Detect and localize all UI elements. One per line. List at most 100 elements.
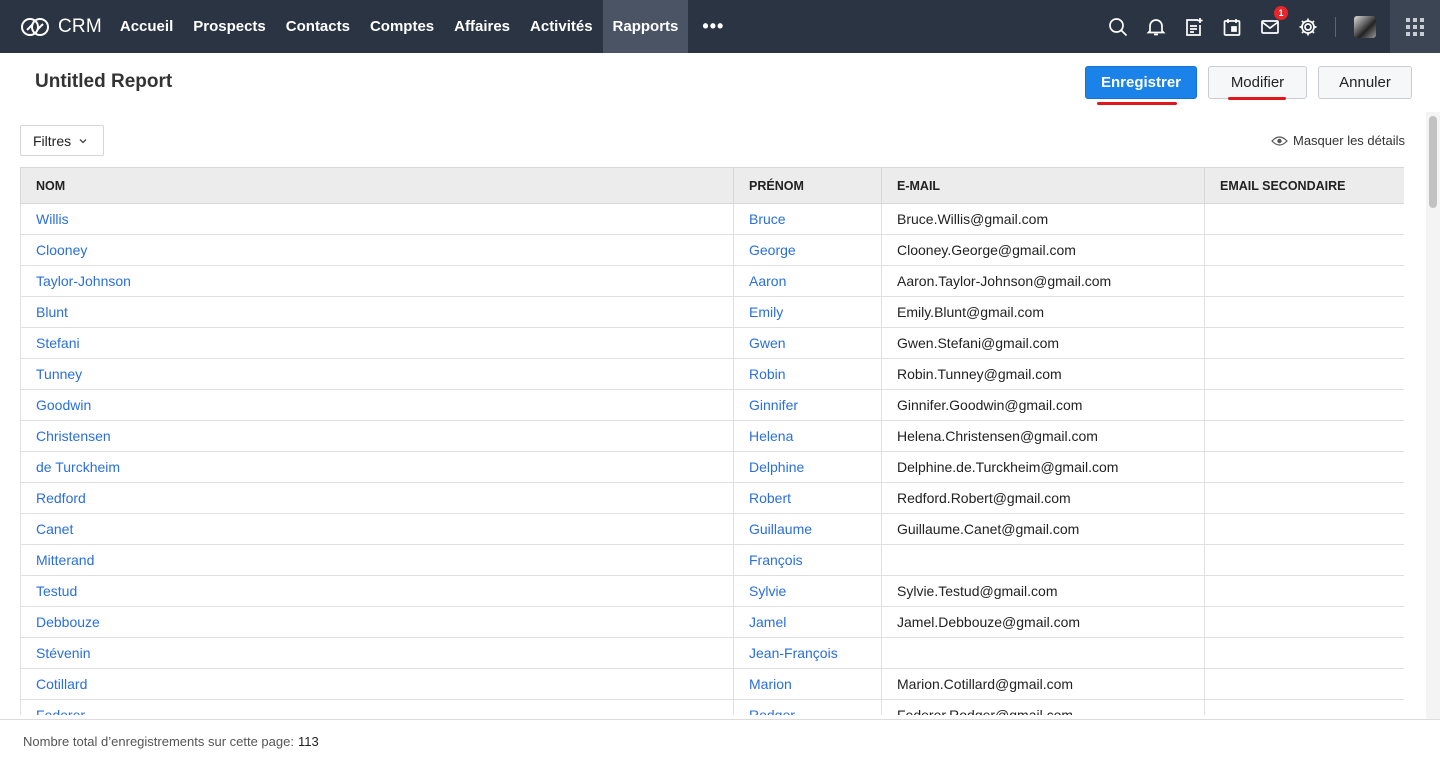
cell-email: Bruce.Willis@gmail.com — [881, 203, 1205, 235]
nav-item-activites[interactable]: Activités — [520, 0, 603, 53]
cell-prenom[interactable]: Rodger — [733, 699, 882, 715]
table-row: Canet Guillaume Guillaume.Canet@gmail.com — [20, 513, 1404, 545]
cell-prenom[interactable]: Jean-François — [733, 637, 882, 669]
top-nav: CRM Accueil Prospects Contacts Comptes A… — [0, 0, 1440, 53]
record-count-label: Nombre total d’enregistrements sur cette… — [23, 733, 294, 749]
nav-item-rapports[interactable]: Rapports — [602, 0, 689, 53]
cell-nom[interactable]: Canet — [20, 513, 734, 545]
cell-email-secondaire — [1204, 699, 1404, 715]
nav-item-comptes[interactable]: Comptes — [360, 0, 444, 53]
table-row: Tunney Robin Robin.Tunney@gmail.com — [20, 358, 1404, 390]
scrollbar-thumb[interactable] — [1429, 116, 1437, 208]
edit-button[interactable]: Modifier — [1208, 66, 1307, 99]
report-table: NOM PRÉNOM E-MAIL EMAIL SECONDAIRE Willi… — [20, 167, 1404, 715]
cell-nom[interactable]: Stefani — [20, 327, 734, 359]
cell-email: Marion.Cotillard@gmail.com — [881, 668, 1205, 700]
cell-prenom[interactable]: Robin — [733, 358, 882, 390]
cell-prenom[interactable]: George — [733, 234, 882, 266]
cell-nom[interactable]: Tunney — [20, 358, 734, 390]
cell-prenom[interactable]: Gwen — [733, 327, 882, 359]
cell-email: Helena.Christensen@gmail.com — [881, 420, 1205, 452]
cell-nom[interactable]: Willis — [20, 203, 734, 235]
cell-prenom[interactable]: Sylvie — [733, 575, 882, 607]
cell-prenom[interactable]: Ginnifer — [733, 389, 882, 421]
more-menu-icon[interactable]: ••• — [688, 16, 738, 37]
cell-email — [881, 544, 1205, 576]
cell-nom[interactable]: Blunt — [20, 296, 734, 328]
nav-divider — [1335, 16, 1336, 37]
cell-email-secondaire — [1204, 389, 1404, 421]
save-button[interactable]: Enregistrer — [1085, 66, 1197, 99]
edit-highlight-underline — [1228, 97, 1286, 100]
brand-name: CRM — [58, 15, 102, 37]
hide-details-toggle[interactable]: Masquer les détails — [1271, 133, 1405, 148]
cell-nom[interactable]: Taylor-Johnson — [20, 265, 734, 297]
cell-nom[interactable]: Debbouze — [20, 606, 734, 638]
bell-icon[interactable] — [1144, 15, 1168, 39]
cell-nom[interactable]: Clooney — [20, 234, 734, 266]
calendar-icon[interactable] — [1220, 15, 1244, 39]
cell-nom[interactable]: Testud — [20, 575, 734, 607]
cell-prenom[interactable]: François — [733, 544, 882, 576]
table-row: Redford Robert Redford.Robert@gmail.com — [20, 482, 1404, 514]
nav-item-contacts[interactable]: Contacts — [276, 0, 360, 53]
cell-prenom[interactable]: Marion — [733, 668, 882, 700]
cell-prenom[interactable]: Delphine — [733, 451, 882, 483]
gear-icon[interactable] — [1296, 15, 1320, 39]
cell-prenom[interactable]: Emily — [733, 296, 882, 328]
vertical-scrollbar[interactable] — [1426, 112, 1440, 720]
cell-email-secondaire — [1204, 296, 1404, 328]
nav-item-affaires[interactable]: Affaires — [444, 0, 520, 53]
table-row: Mitterand François — [20, 544, 1404, 576]
cell-email-secondaire — [1204, 358, 1404, 390]
cell-nom[interactable]: Redford — [20, 482, 734, 514]
column-header-prenom[interactable]: PRÉNOM — [733, 167, 882, 204]
footer: Nombre total d’enregistrements sur cette… — [0, 719, 1440, 762]
cell-prenom[interactable]: Jamel — [733, 606, 882, 638]
cell-email-secondaire — [1204, 420, 1404, 452]
table-row: Cotillard Marion Marion.Cotillard@gmail.co… — [20, 668, 1404, 700]
cell-nom[interactable]: Mitterand — [20, 544, 734, 576]
column-header-email-secondaire[interactable]: EMAIL SECONDAIRE — [1204, 167, 1404, 204]
cell-email-secondaire — [1204, 575, 1404, 607]
cell-prenom[interactable]: Bruce — [733, 203, 882, 235]
apps-grid-icon[interactable] — [1390, 0, 1440, 53]
cell-email: Ginnifer.Goodwin@gmail.com — [881, 389, 1205, 421]
table-row: Christensen Helena Helena.Christensen@gmai… — [20, 420, 1404, 452]
cell-prenom[interactable]: Guillaume — [733, 513, 882, 545]
cell-prenom[interactable]: Helena — [733, 420, 882, 452]
search-icon[interactable] — [1106, 15, 1130, 39]
filters-dropdown[interactable]: Filtres — [20, 125, 104, 156]
note-add-icon[interactable] — [1182, 15, 1206, 39]
cell-nom[interactable]: Christensen — [20, 420, 734, 452]
cell-nom[interactable]: Goodwin — [20, 389, 734, 421]
cell-email: Federer.Rodger@gmail.com — [881, 699, 1205, 715]
cell-prenom[interactable]: Aaron — [733, 265, 882, 297]
nav-item-prospects[interactable]: Prospects — [183, 0, 276, 53]
table-row: Taylor-Johnson Aaron Aaron.Taylor-Johnson@… — [20, 265, 1404, 297]
cell-email: Jamel.Debbouze@gmail.com — [881, 606, 1205, 638]
column-header-nom[interactable]: NOM — [20, 167, 734, 204]
cell-email-secondaire — [1204, 513, 1404, 545]
cell-nom[interactable]: Federer — [20, 699, 734, 715]
cell-email: Clooney.George@gmail.com — [881, 234, 1205, 266]
cell-email-secondaire — [1204, 482, 1404, 514]
cell-nom[interactable]: Stévenin — [20, 637, 734, 669]
cell-email: Emily.Blunt@gmail.com — [881, 296, 1205, 328]
cell-nom[interactable]: Cotillard — [20, 668, 734, 700]
mail-icon[interactable]: 1 — [1258, 5, 1288, 39]
nav-item-accueil[interactable]: Accueil — [110, 0, 183, 53]
cancel-button[interactable]: Annuler — [1318, 66, 1412, 99]
cell-prenom[interactable]: Robert — [733, 482, 882, 514]
cell-nom[interactable]: de Turckheim — [20, 451, 734, 483]
cell-email: Guillaume.Canet@gmail.com — [881, 513, 1205, 545]
brand[interactable]: CRM — [20, 16, 110, 38]
table-row: Stefani Gwen Gwen.Stefani@gmail.com — [20, 327, 1404, 359]
table-header-row: NOM PRÉNOM E-MAIL EMAIL SECONDAIRE — [20, 167, 1404, 204]
column-header-email[interactable]: E-MAIL — [881, 167, 1205, 204]
table-row: Testud Sylvie Sylvie.Testud@gmail.com — [20, 575, 1404, 607]
nav-tools: 1 — [1099, 0, 1440, 53]
avatar[interactable] — [1354, 15, 1376, 38]
cell-email-secondaire — [1204, 265, 1404, 297]
record-count-value: 113 — [297, 733, 319, 749]
